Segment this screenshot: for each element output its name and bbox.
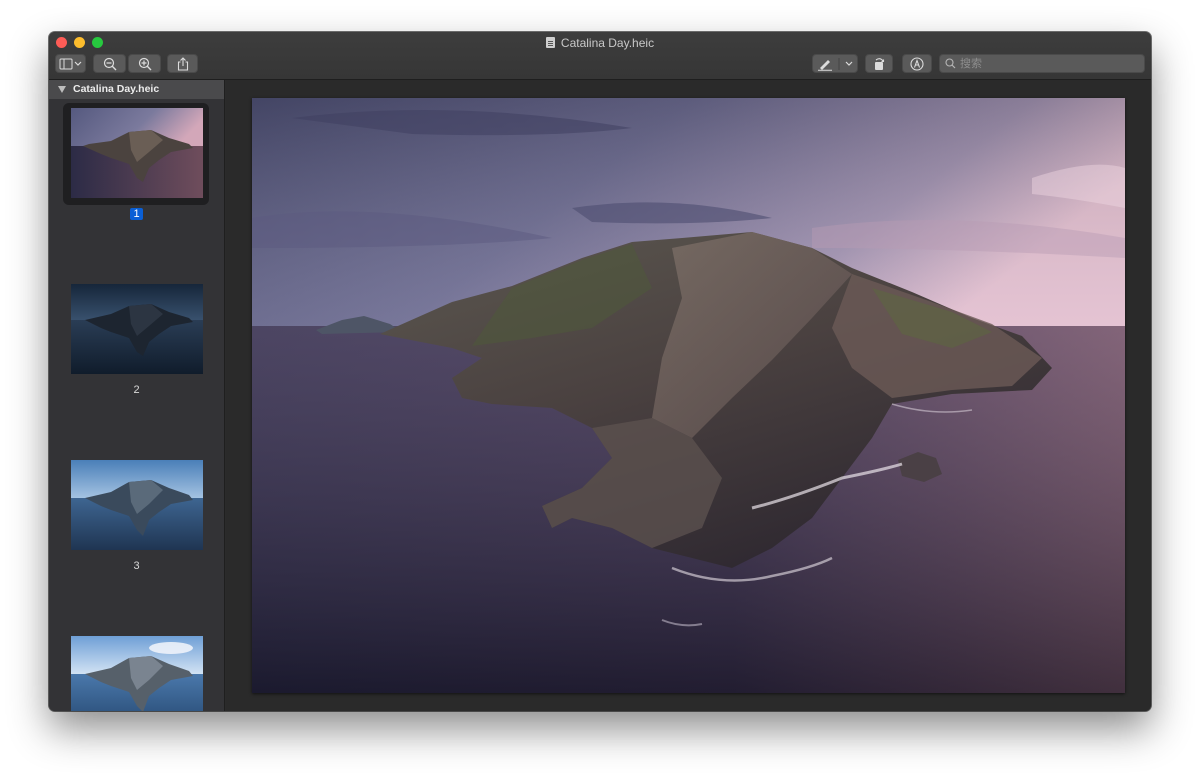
page-thumbnail-3[interactable] bbox=[71, 460, 203, 550]
window-title-container: Catalina Day.heic bbox=[49, 36, 1151, 50]
window-title: Catalina Day.heic bbox=[560, 36, 655, 50]
sidebar-toggle-button[interactable] bbox=[55, 54, 86, 73]
zoom-in-button[interactable] bbox=[128, 54, 161, 73]
pen-icon bbox=[818, 57, 853, 71]
markup-pen-button[interactable] bbox=[812, 54, 858, 73]
page-number-2: 2 bbox=[133, 384, 140, 396]
page-thumbnail-4[interactable] bbox=[71, 636, 203, 711]
page-number-1: 1 bbox=[49, 208, 224, 220]
share-button[interactable] bbox=[167, 54, 198, 73]
thumbnail-image bbox=[71, 284, 203, 374]
page-number-3: 3 bbox=[133, 560, 140, 572]
zoom-out-icon bbox=[103, 57, 116, 70]
page-thumbnail-1[interactable] bbox=[71, 108, 203, 198]
zoom-out-button[interactable] bbox=[93, 54, 126, 73]
zoom-in-icon bbox=[138, 57, 151, 70]
thumbnail-image bbox=[71, 460, 203, 550]
search-input[interactable] bbox=[960, 55, 1140, 72]
markup-icon bbox=[910, 56, 924, 71]
markup-toolbar-button[interactable] bbox=[902, 54, 932, 73]
search-icon bbox=[945, 58, 956, 69]
sidebar-document-header[interactable]: Catalina Day.heic bbox=[49, 80, 224, 99]
page-thumbnail-2[interactable] bbox=[71, 284, 203, 374]
thumbnail-image bbox=[71, 636, 203, 711]
preview-window: Catalina Day.heic 搜索 Catalina Day.heic 1… bbox=[49, 32, 1151, 711]
share-icon bbox=[177, 56, 188, 71]
title-bar: Catalina Day.heic bbox=[49, 32, 1151, 80]
catalina-landscape-image bbox=[252, 98, 1125, 693]
sidebar-document-name: Catalina Day.heic bbox=[73, 83, 160, 95]
search-field[interactable] bbox=[939, 54, 1145, 73]
document-icon bbox=[545, 37, 555, 48]
thumbnail-sidebar: Catalina Day.heic 1 2 3 bbox=[49, 80, 225, 711]
main-image bbox=[252, 98, 1125, 693]
rotate-button[interactable] bbox=[865, 54, 893, 73]
rotate-icon bbox=[875, 57, 885, 70]
disclosure-triangle-icon[interactable] bbox=[58, 86, 66, 93]
sidebar-icon bbox=[59, 58, 81, 69]
document-view[interactable] bbox=[226, 80, 1151, 711]
thumbnail-image bbox=[71, 108, 203, 198]
